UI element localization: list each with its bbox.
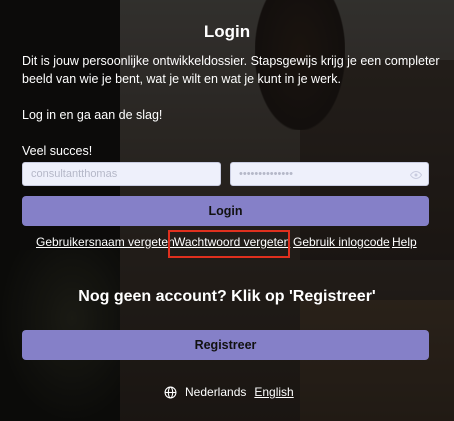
forgot-username-link[interactable]: Gebruikersnaam vergeten [36, 235, 175, 249]
language-switcher: Nederlands English [164, 384, 294, 400]
password-value: •••••••••••••• [239, 168, 293, 180]
page-title: Login [203, 22, 251, 41]
language-english-link[interactable]: English [254, 385, 293, 399]
username-input[interactable]: consultantthomas [22, 162, 221, 186]
login-button[interactable]: Login [22, 196, 429, 226]
register-prompt: Nog geen account? Klik op 'Registreer' [78, 288, 376, 305]
intro-wish: Veel succes! [22, 144, 93, 158]
intro-text: Dit is jouw persoonlijke ontwikkeldossie… [22, 52, 442, 160]
help-link[interactable]: Help [392, 235, 417, 249]
use-login-code-link[interactable]: Gebruik inlogcode [293, 235, 390, 249]
annotation-highlight-box [168, 230, 290, 258]
password-input[interactable]: •••••••••••••• [230, 162, 429, 186]
login-panel: Login Dit is jouw persoonlijke ontwikkel… [0, 0, 454, 421]
intro-cta: Log in en ga aan de slag! [22, 108, 163, 122]
intro-paragraph: Dit is jouw persoonlijke ontwikkeldossie… [22, 54, 440, 86]
register-button[interactable]: Registreer [22, 330, 429, 360]
language-nederlands[interactable]: Nederlands [185, 385, 246, 399]
eye-icon[interactable] [410, 169, 422, 181]
username-value: consultantthomas [31, 168, 118, 180]
globe-icon [164, 386, 177, 398]
